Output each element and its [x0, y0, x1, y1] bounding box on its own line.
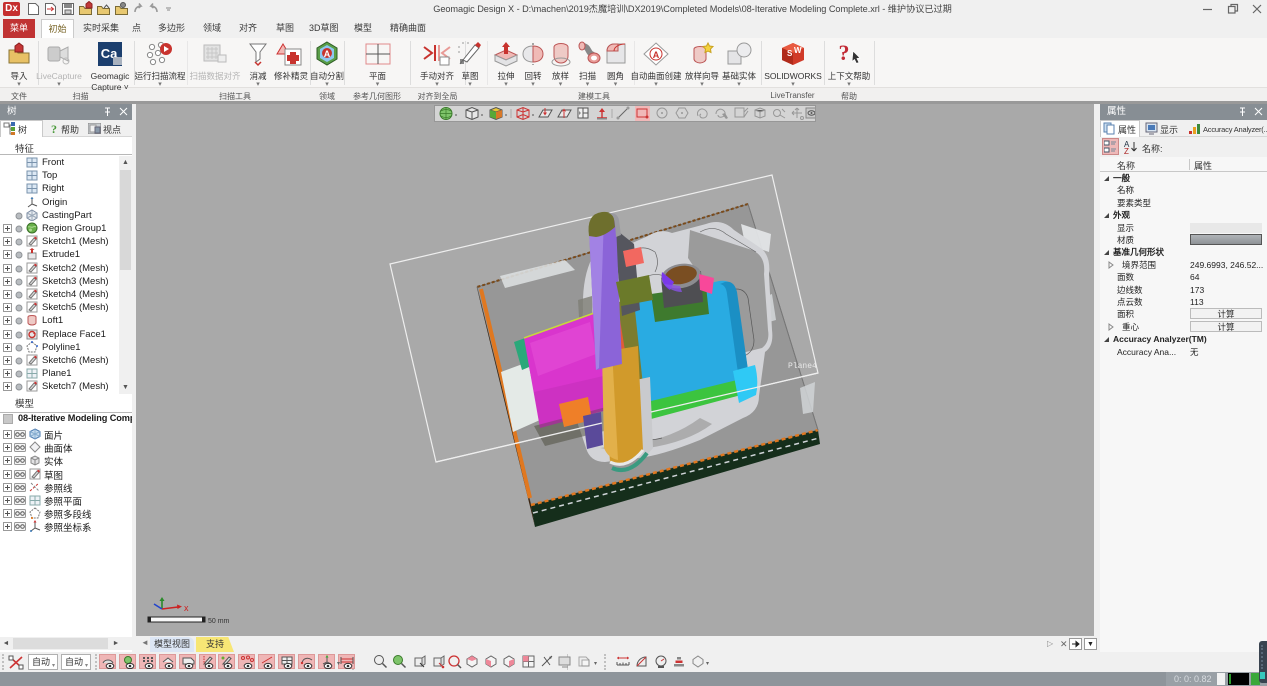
svg-text:50 mm: 50 mm [208, 618, 230, 625]
svg-text:?: ? [839, 41, 850, 65]
svg-text:x: x [184, 603, 189, 613]
svg-text:S: S [787, 49, 793, 58]
svg-text:W: W [794, 46, 802, 55]
svg-text:?: ? [51, 122, 57, 135]
svg-text:A: A [324, 49, 331, 59]
svg-text:Z: Z [1124, 147, 1129, 154]
svg-text:Plane4: Plane4 [788, 362, 817, 371]
svg-text:A: A [653, 50, 660, 60]
